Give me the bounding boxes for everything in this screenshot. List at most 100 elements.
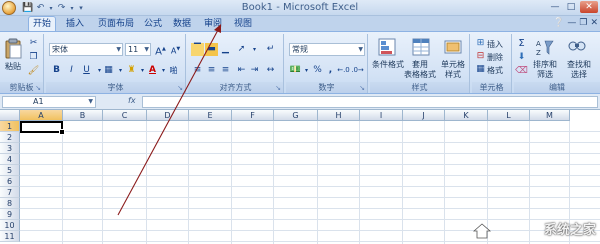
workbook-minimize-icon[interactable]: — — [567, 18, 576, 28]
merge-center-icon[interactable]: ↔ — [264, 64, 277, 77]
column-header[interactable]: L — [488, 110, 530, 121]
wrap-text-icon[interactable]: ↵ — [264, 43, 277, 56]
alignment-launcher-icon[interactable]: ↘ — [275, 84, 281, 92]
select-all-button[interactable] — [0, 110, 20, 121]
tab-review[interactable]: 审阅 — [201, 17, 225, 31]
delete-cells-icon[interactable]: ⊟ — [474, 50, 487, 63]
align-center-icon[interactable]: ≡ — [205, 64, 218, 77]
tab-home[interactable]: 开始 — [28, 16, 56, 31]
formula-bar: A1 ▼ fx — [0, 94, 600, 110]
row-header[interactable]: 11 — [0, 231, 20, 242]
font-name-combo[interactable]: 宋体 ▼ — [49, 43, 123, 56]
clear-icon[interactable]: ⌫ — [515, 65, 528, 78]
column-header[interactable]: E — [189, 110, 232, 121]
align-middle-icon[interactable]: ▬ — [205, 43, 218, 56]
column-header[interactable]: K — [445, 110, 488, 121]
format-painter-icon[interactable]: 🖌 — [27, 65, 40, 78]
workbook-restore-icon[interactable]: ❐ — [579, 18, 587, 28]
row-header[interactable]: 7 — [0, 187, 20, 198]
format-cells-label[interactable]: 格式 — [487, 65, 503, 76]
insert-cells-label[interactable]: 插入 — [487, 39, 503, 50]
number-format-combo[interactable]: 常规 ▼ — [289, 43, 365, 56]
formula-input[interactable] — [142, 96, 598, 108]
underline-button[interactable]: U — [80, 64, 93, 77]
tab-data[interactable]: 数据 — [171, 17, 193, 31]
row-header[interactable]: 10 — [0, 220, 20, 231]
row-header[interactable]: 4 — [0, 154, 20, 165]
help-icon[interactable]: ❔ — [553, 18, 564, 28]
row-gridline — [20, 153, 600, 154]
grow-font-icon[interactable]: A▲ — [154, 43, 167, 57]
comma-style-icon[interactable]: , — [324, 64, 337, 77]
italic-button[interactable]: I — [65, 64, 78, 77]
font-launcher-icon[interactable]: ↘ — [177, 84, 183, 92]
sort-filter-icon[interactable]: A Z — [536, 38, 554, 56]
conditional-format-label: 条件格式 — [372, 60, 404, 69]
column-header[interactable]: I — [360, 110, 403, 121]
row-header[interactable]: 2 — [0, 132, 20, 143]
tab-view[interactable]: 视图 — [232, 17, 254, 31]
chevron-down-icon: ▼ — [144, 46, 149, 53]
autosum-icon[interactable]: Σ — [515, 37, 528, 50]
row-header[interactable]: 9 — [0, 209, 20, 220]
bold-button[interactable]: B — [50, 64, 63, 77]
cell-styles-icon[interactable] — [444, 38, 462, 56]
copy-icon[interactable]: ❐ — [27, 51, 40, 64]
tab-insert[interactable]: 插入 — [62, 17, 88, 31]
active-cell[interactable] — [20, 121, 65, 135]
orientation-dropdown-icon[interactable]: ▾ — [248, 43, 261, 56]
row-header[interactable]: 1 — [0, 121, 20, 132]
column-header[interactable]: H — [318, 110, 360, 121]
decrease-decimal-icon[interactable]: .0→ — [351, 64, 364, 77]
name-box[interactable]: A1 ▼ — [2, 96, 96, 108]
tab-formulas[interactable]: 公式 — [142, 17, 164, 31]
close-icon[interactable]: ✕ — [580, 1, 598, 13]
paste-icon[interactable] — [5, 38, 23, 60]
phonetic-guide-icon[interactable]: 啪 — [167, 64, 180, 77]
cut-icon[interactable]: ✂ — [27, 37, 40, 50]
column-header[interactable]: F — [232, 110, 274, 121]
worksheet-grid[interactable]: ABCDEFGHIJKLM 1 2 3 4 5 6 7 8 9 10 11 — [0, 110, 600, 244]
align-right-icon[interactable]: ≡ — [219, 64, 232, 77]
delete-cells-label[interactable]: 删除 — [487, 52, 503, 63]
increase-indent-icon[interactable]: ⇥ — [248, 64, 261, 77]
font-size-combo[interactable]: 11 ▼ — [125, 43, 151, 56]
conditional-format-icon[interactable] — [378, 38, 396, 56]
maximize-icon[interactable]: □ — [564, 1, 578, 13]
column-header[interactable]: J — [403, 110, 445, 121]
format-cells-icon[interactable]: ▦ — [474, 63, 487, 76]
align-bottom-icon[interactable]: ▁ — [219, 43, 232, 56]
column-header[interactable]: C — [103, 110, 147, 121]
minimize-icon[interactable]: — — [548, 1, 562, 13]
row-header[interactable]: 5 — [0, 165, 20, 176]
fill-icon[interactable]: ⬇ — [515, 51, 528, 64]
decrease-indent-icon[interactable]: ⇤ — [235, 64, 248, 77]
increase-decimal-icon[interactable]: ←.0 — [337, 64, 350, 77]
format-as-table-icon[interactable] — [412, 38, 430, 56]
insert-function-button[interactable]: fx — [128, 96, 140, 108]
column-header[interactable]: D — [147, 110, 189, 121]
clipboard-launcher-icon[interactable]: ↘ — [35, 84, 41, 92]
number-launcher-icon[interactable]: ↘ — [359, 84, 365, 92]
column-header[interactable]: M — [530, 110, 570, 121]
align-left-icon[interactable]: ≡ — [191, 64, 204, 77]
tab-page-layout[interactable]: 页面布局 — [96, 17, 136, 31]
row-header[interactable]: 3 — [0, 143, 20, 154]
column-gridline — [317, 121, 318, 244]
window-title: Book1 - Microsoft Excel — [241, 2, 359, 13]
column-header[interactable]: B — [63, 110, 103, 121]
shrink-font-icon[interactable]: A▼ — [169, 43, 182, 56]
row-header[interactable]: 6 — [0, 176, 20, 187]
title-bar: 💾 ↶ ▾ ↷ ▾ ▾ Book1 - Microsoft Excel — □ … — [0, 0, 600, 16]
column-header[interactable]: G — [274, 110, 318, 121]
column-header[interactable]: A — [20, 110, 63, 121]
orientation-icon[interactable]: ➚ — [235, 43, 248, 56]
align-top-icon[interactable]: ▔ — [191, 43, 204, 56]
row-header[interactable]: 8 — [0, 198, 20, 209]
find-select-icon[interactable] — [568, 38, 586, 56]
percent-style-icon[interactable]: % — [311, 64, 324, 77]
insert-cells-icon[interactable]: ⊞ — [474, 37, 487, 50]
row-gridline — [20, 219, 600, 220]
row-gridline — [20, 197, 600, 198]
workbook-close-icon[interactable]: ✕ — [590, 18, 598, 28]
